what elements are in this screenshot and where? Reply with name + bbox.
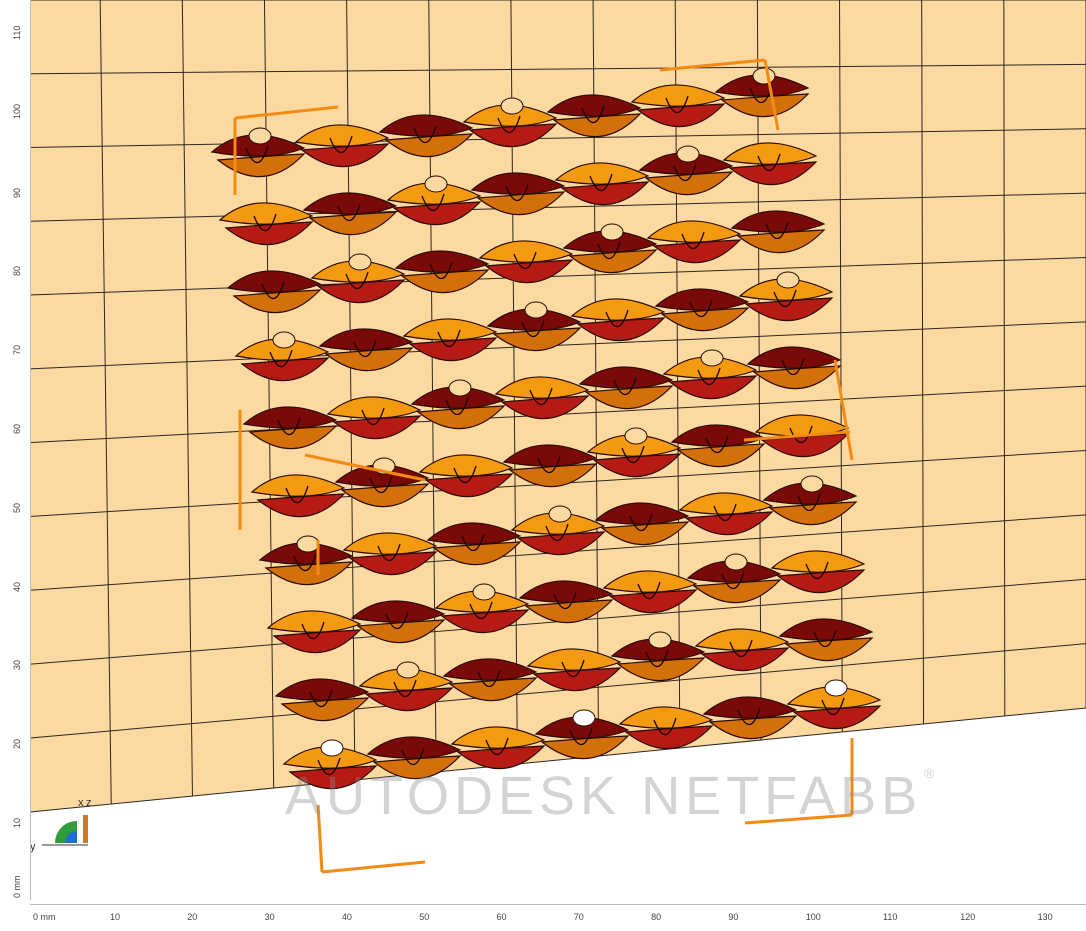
ruler-v-origin: 0 mm (12, 875, 22, 899)
ruler-v-tick-label: 30 (12, 660, 22, 671)
ruler-v-tick-label: 90 (12, 187, 22, 198)
ruler-v-tick-label: 50 (12, 502, 22, 513)
ruler-v-tick-label: 100 (12, 103, 22, 119)
bbox-edge (321, 860, 426, 874)
ruler-h-tick-label: 100 (805, 912, 821, 922)
ruler-h-tick-label: 50 (419, 912, 430, 922)
ruler-h-tick-label: 90 (728, 912, 739, 922)
ruler-v-tick-label: 60 (12, 423, 22, 434)
ruler-v-tick-label: 110 (12, 25, 22, 40)
ruler-h-tick-label: 40 (341, 912, 352, 922)
ruler-h-tick-label: 20 (187, 912, 198, 922)
ruler-h-tick-label: 70 (573, 912, 584, 922)
ruler-v-tick-label: 10 (12, 817, 22, 828)
ruler-h-tick-label: 130 (1037, 912, 1053, 922)
ruler-v-tick-label: 20 (12, 739, 22, 750)
axis-x-label: x (78, 797, 84, 809)
axis-z-label: z (86, 797, 92, 809)
axis-orientation-widget[interactable]: x z y (30, 795, 100, 855)
watermark: AUTODESK NETFABB ® (285, 765, 940, 826)
vertical-ruler: 0 mm 10 20 30 40 50 60 70 80 90 100 110 (0, 0, 31, 900)
ruler-v-tick-label: 80 (12, 266, 22, 277)
ruler-v-tick-label: 70 (12, 345, 22, 356)
ruler-h-tick-label: 120 (960, 912, 976, 922)
ruler-h-tick-label: 60 (496, 912, 507, 922)
ruler-h-tick-label: 80 (651, 912, 662, 922)
horizontal-ruler: 0 mm 10 20 30 40 50 60 70 80 90 100 110 120 130 (30, 904, 1086, 931)
3d-viewport[interactable]: AUTODESK NETFABB ® x z y 0 mm 10 20 30 40 50 6… (0, 0, 1086, 931)
ruler-h-origin: 0 mm (33, 912, 56, 922)
ruler-h-tick-label: 110 (883, 912, 898, 922)
ruler-h-tick-label: 30 (264, 912, 275, 922)
ruler-v-tick-label: 40 (12, 581, 22, 592)
ruler-h-tick-label: 10 (110, 912, 121, 922)
